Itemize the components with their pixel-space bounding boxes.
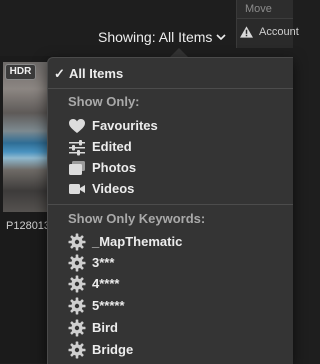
- menu-item-label: Videos: [92, 181, 135, 196]
- menu-item-label: 4****: [92, 276, 120, 291]
- account-row[interactable]: Account: [237, 22, 299, 44]
- menu-pointer: [170, 48, 188, 57]
- menu-item-keyword[interactable]: Bridge: [48, 339, 293, 361]
- gear-icon: [68, 319, 86, 337]
- show-only-header: Show Only:: [68, 94, 140, 109]
- photo-filename: P128013: [6, 220, 51, 232]
- checkmark-icon: ✓: [54, 66, 65, 81]
- move-button[interactable]: Move: [237, 0, 293, 19]
- photos-icon: [69, 161, 85, 175]
- gear-icon: [68, 233, 86, 251]
- menu-item-label: Edited: [92, 139, 132, 154]
- menu-separator: [48, 204, 293, 205]
- right-panel: Move Account: [236, 0, 299, 48]
- menu-item-label: Bird: [92, 320, 118, 335]
- menu-item-keyword[interactable]: 3***: [48, 252, 293, 274]
- menu-item-keyword[interactable]: 4****: [48, 273, 293, 295]
- menu-item-label: All Items: [69, 66, 124, 81]
- menu-item-keyword[interactable]: 5*****: [48, 295, 293, 317]
- keywords-header: Show Only Keywords:: [68, 211, 206, 226]
- gear-icon: [68, 341, 86, 359]
- showing-filter-label: Showing: All Items: [98, 29, 213, 45]
- menu-item-videos[interactable]: Videos: [48, 178, 293, 200]
- gear-icon: [68, 254, 86, 272]
- menu-item-favourites[interactable]: Favourites: [48, 115, 293, 137]
- menu-item-label: Bridge: [92, 342, 134, 357]
- chevron-down-icon: [216, 34, 226, 40]
- move-label: Move: [245, 3, 272, 15]
- menu-item-all-items[interactable]: ✓ All Items: [48, 63, 293, 85]
- menu-item-label: 5*****: [92, 298, 125, 313]
- menu-item-label: 3***: [92, 255, 115, 270]
- video-camera-icon: [69, 184, 85, 194]
- warning-icon: [240, 26, 253, 38]
- menu-item-keyword[interactable]: Bird: [48, 317, 293, 339]
- menu-item-keyword[interactable]: _MapThematic: [48, 231, 293, 253]
- menu-item-label: Photos: [92, 160, 137, 175]
- account-label: Account: [259, 26, 299, 38]
- sliders-icon: [69, 140, 85, 156]
- menu-item-label: _MapThematic: [92, 234, 183, 249]
- filter-dropdown-menu: ✓ All Items Show Only: Favourites Edited…: [47, 57, 293, 364]
- menu-item-photos[interactable]: Photos: [48, 157, 293, 179]
- showing-filter-button[interactable]: Showing: All Items: [98, 29, 226, 45]
- heart-icon: [69, 119, 85, 133]
- menu-item-edited[interactable]: Edited: [48, 136, 293, 158]
- menu-item-label: Favourites: [92, 118, 158, 133]
- gear-icon: [68, 275, 86, 293]
- hdr-badge: HDR: [5, 64, 36, 80]
- gear-icon: [68, 297, 86, 315]
- menu-separator: [48, 88, 293, 89]
